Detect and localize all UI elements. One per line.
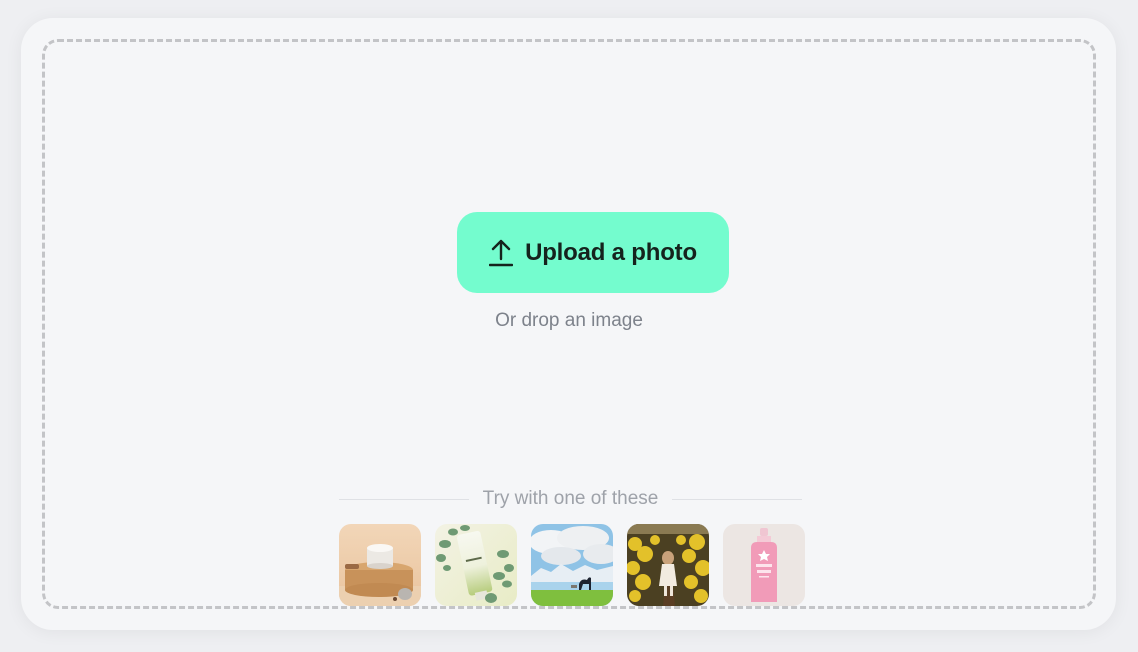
sample-image-cream-jar[interactable] (339, 524, 421, 606)
sample-image-tube-eucalyptus[interactable] (435, 524, 517, 606)
upload-photo-button[interactable]: Upload a photo (457, 212, 729, 293)
drop-hint-text: Or drop an image (495, 310, 643, 331)
upload-arrow-icon (489, 239, 514, 266)
pink-bottle-image (723, 524, 805, 606)
divider-left (339, 498, 469, 500)
cream-jar-image (339, 524, 421, 606)
girl-flowers-image (627, 524, 709, 606)
sample-image-pink-bottle[interactable] (723, 524, 805, 606)
divider-right (672, 498, 803, 500)
drop-zone[interactable]: Upload a photo Or drop an image Try with… (42, 39, 1096, 609)
upload-card: Upload a photo Or drop an image Try with… (21, 18, 1116, 630)
upload-button-label: Upload a photo (525, 238, 697, 266)
samples-title: Try with one of these (482, 488, 659, 509)
tube-eucalyptus-image (435, 524, 517, 606)
sample-images (339, 524, 805, 606)
sample-image-horse-field[interactable] (531, 524, 613, 606)
sample-image-girl-flowers[interactable] (627, 524, 709, 606)
horse-field-image (531, 524, 613, 606)
samples-header: Try with one of these (339, 487, 803, 511)
